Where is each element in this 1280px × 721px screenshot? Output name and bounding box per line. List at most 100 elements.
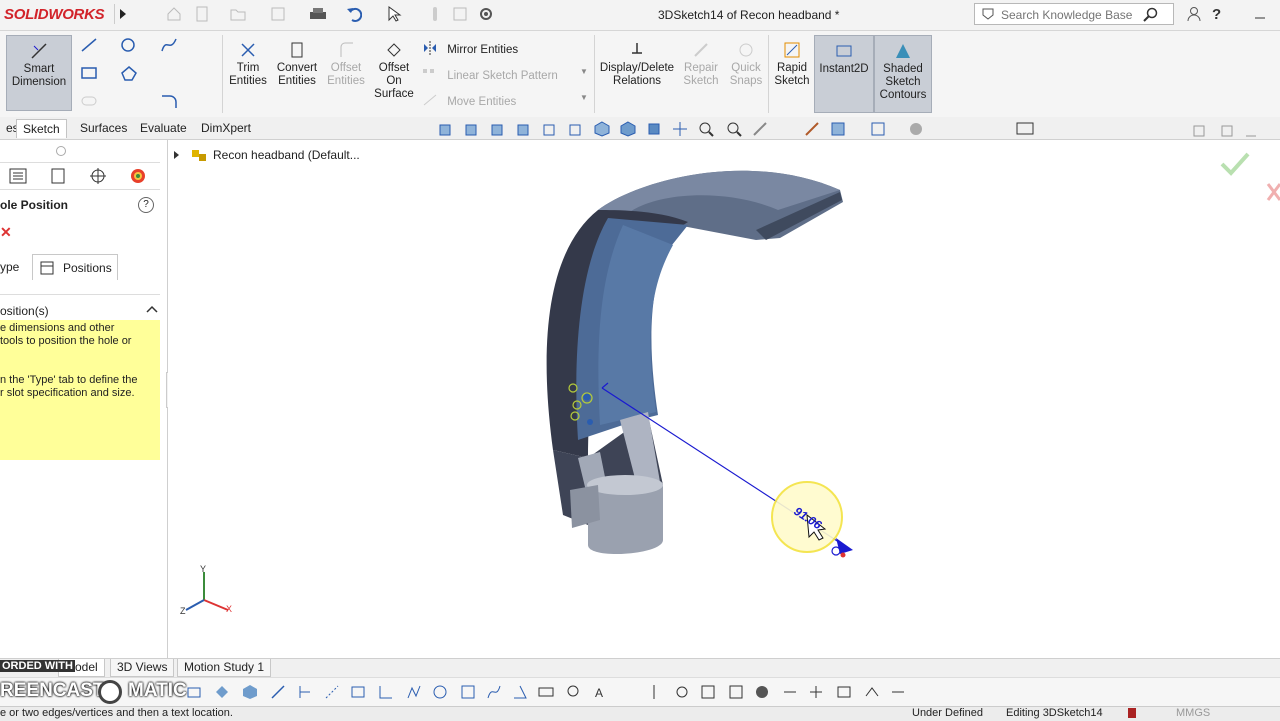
hide-show-items-icon[interactable]: [870, 121, 886, 137]
repair-sketch-button[interactable]: Repair Sketch: [680, 35, 722, 88]
tab-evaluate[interactable]: Evaluate: [134, 119, 193, 137]
viewport-minimize-icon[interactable]: [1244, 124, 1258, 141]
view-isometric-icon[interactable]: [594, 121, 610, 137]
knowledge-base-search[interactable]: [974, 3, 1174, 25]
corner-tool-icon[interactable]: [378, 684, 394, 700]
tab-positions[interactable]: Positions: [32, 254, 118, 280]
save-icon[interactable]: [270, 6, 286, 22]
shaded-sketch-contours-button[interactable]: Shaded Sketch Contours: [874, 35, 932, 113]
options-gear-icon[interactable]: [478, 6, 494, 22]
print-icon[interactable]: [309, 6, 326, 22]
tab-3d-views[interactable]: 3D Views: [110, 659, 175, 677]
point-tool-icon[interactable]: [296, 684, 312, 700]
rectangle-icon[interactable]: [80, 65, 98, 84]
normal-to-icon[interactable]: [672, 121, 688, 137]
circle-icon[interactable]: [120, 37, 138, 56]
view-settings-icon[interactable]: [1016, 121, 1034, 137]
search-icon[interactable]: [1143, 7, 1159, 26]
tab-dimxpert[interactable]: DimXpert: [195, 119, 257, 137]
display-style-icon[interactable]: [830, 121, 846, 137]
help-icon[interactable]: ?: [138, 197, 154, 213]
angle-tool-icon[interactable]: [512, 684, 528, 700]
home-icon[interactable]: [166, 6, 182, 22]
configuration-manager-icon[interactable]: [88, 167, 108, 185]
search-input[interactable]: [999, 7, 1153, 23]
move-entities-button[interactable]: Move Entities: [422, 93, 516, 110]
dimension-tool-icon[interactable]: [728, 684, 744, 700]
grid-tool-icon[interactable]: [460, 684, 476, 700]
offset-tool-icon[interactable]: [674, 684, 690, 700]
rebuild-icon[interactable]: [427, 6, 443, 22]
sketch-tool-3-icon[interactable]: [242, 684, 258, 700]
offset-entities-button[interactable]: Offset Entities: [324, 35, 368, 88]
linear-sketch-pattern-button[interactable]: Linear Sketch Pattern: [422, 67, 558, 84]
offset-on-surface-button[interactable]: Offset On Surface: [372, 35, 416, 101]
view-back-icon[interactable]: [464, 121, 480, 137]
view-left-icon[interactable]: [490, 121, 506, 137]
open-file-icon[interactable]: [230, 6, 246, 22]
circle-tool-icon[interactable]: [432, 684, 448, 700]
new-document-icon[interactable]: [194, 6, 210, 22]
centerline-tool-icon[interactable]: [324, 684, 340, 700]
tab-sketch[interactable]: Sketch: [16, 119, 67, 138]
rapid-sketch-button[interactable]: Rapid Sketch: [772, 35, 812, 88]
appearance-tool-icon[interactable]: [754, 684, 770, 700]
search-scope-icon[interactable]: [981, 7, 995, 24]
mirror-entities-button[interactable]: Mirror Entities: [422, 41, 518, 58]
collapse-chevron-icon[interactable]: [146, 303, 158, 317]
copy-tool-icon[interactable]: [808, 684, 824, 700]
tab-motion-study-1[interactable]: Motion Study 1: [177, 659, 272, 677]
zoom-tool-icon[interactable]: [566, 684, 582, 700]
relation-tool-icon[interactable]: [538, 684, 554, 700]
graphics-area[interactable]: Recon headband (Default... 91.06 Y X Z: [168, 140, 1280, 658]
sketch-tool-1-icon[interactable]: [186, 684, 202, 700]
view-top-icon[interactable]: [542, 121, 558, 137]
display-delete-relations-button[interactable]: Display/Delete Relations: [598, 35, 676, 88]
feature-manager-icon[interactable]: [8, 167, 28, 185]
polyline-tool-icon[interactable]: [406, 684, 422, 700]
view-orientation-icon[interactable]: [804, 121, 820, 137]
instant2d-button[interactable]: Instant2D: [814, 35, 874, 113]
fillet-icon[interactable]: [160, 93, 178, 112]
view-dimetric-icon[interactable]: [646, 121, 662, 137]
exit-sketch-icon[interactable]: [890, 684, 906, 700]
view-trimetric-icon[interactable]: [620, 121, 636, 137]
mirror-tool-icon[interactable]: [646, 684, 662, 700]
tab-surfaces[interactable]: Surfaces: [74, 119, 133, 137]
panel-grip-icon[interactable]: [56, 146, 66, 156]
image-tool-icon[interactable]: [836, 684, 852, 700]
convert-entities-button[interactable]: Convert Entities: [274, 35, 320, 88]
line-icon[interactable]: [80, 37, 98, 56]
select-cursor-icon[interactable]: [386, 6, 402, 22]
rectangle-tool-icon[interactable]: [350, 684, 366, 700]
sketch-picture-icon[interactable]: [864, 684, 880, 700]
view-bottom-icon[interactable]: [568, 121, 584, 137]
units-selector[interactable]: MMGS: [1176, 707, 1210, 719]
move-dropdown-icon[interactable]: ▼: [580, 93, 588, 102]
menu-expand-arrow-icon[interactable]: [114, 4, 131, 24]
polygon-icon[interactable]: [120, 65, 138, 84]
restore-viewport-icon[interactable]: [1192, 124, 1206, 141]
zoom-to-fit-icon[interactable]: [698, 121, 714, 137]
viewport-expand-icon[interactable]: [1220, 124, 1234, 141]
position-section-header[interactable]: osition(s): [0, 294, 160, 318]
slot-icon[interactable]: [80, 93, 98, 112]
view-right-icon[interactable]: [516, 121, 532, 137]
pattern-dropdown-icon[interactable]: ▼: [580, 67, 588, 76]
line-tool-icon[interactable]: [270, 684, 286, 700]
sketch-tool-2-icon[interactable]: [214, 684, 230, 700]
headband-model[interactable]: [168, 140, 1280, 658]
help-icon[interactable]: ?: [1212, 6, 1228, 23]
spline-icon[interactable]: [160, 37, 178, 56]
minimize-window-icon[interactable]: [1252, 6, 1268, 22]
quick-snaps-button[interactable]: Quick Snaps: [726, 35, 766, 88]
display-manager-icon[interactable]: [128, 167, 148, 185]
move-tool-icon[interactable]: [782, 684, 798, 700]
view-front-icon[interactable]: [438, 121, 454, 137]
section-view-icon[interactable]: [752, 121, 768, 137]
pattern-tool-icon[interactable]: [700, 684, 716, 700]
zoom-to-area-icon[interactable]: [726, 121, 742, 137]
trim-entities-button[interactable]: Trim Entities: [226, 35, 270, 88]
tab-type[interactable]: ype: [0, 260, 19, 274]
undo-icon[interactable]: [346, 6, 363, 22]
